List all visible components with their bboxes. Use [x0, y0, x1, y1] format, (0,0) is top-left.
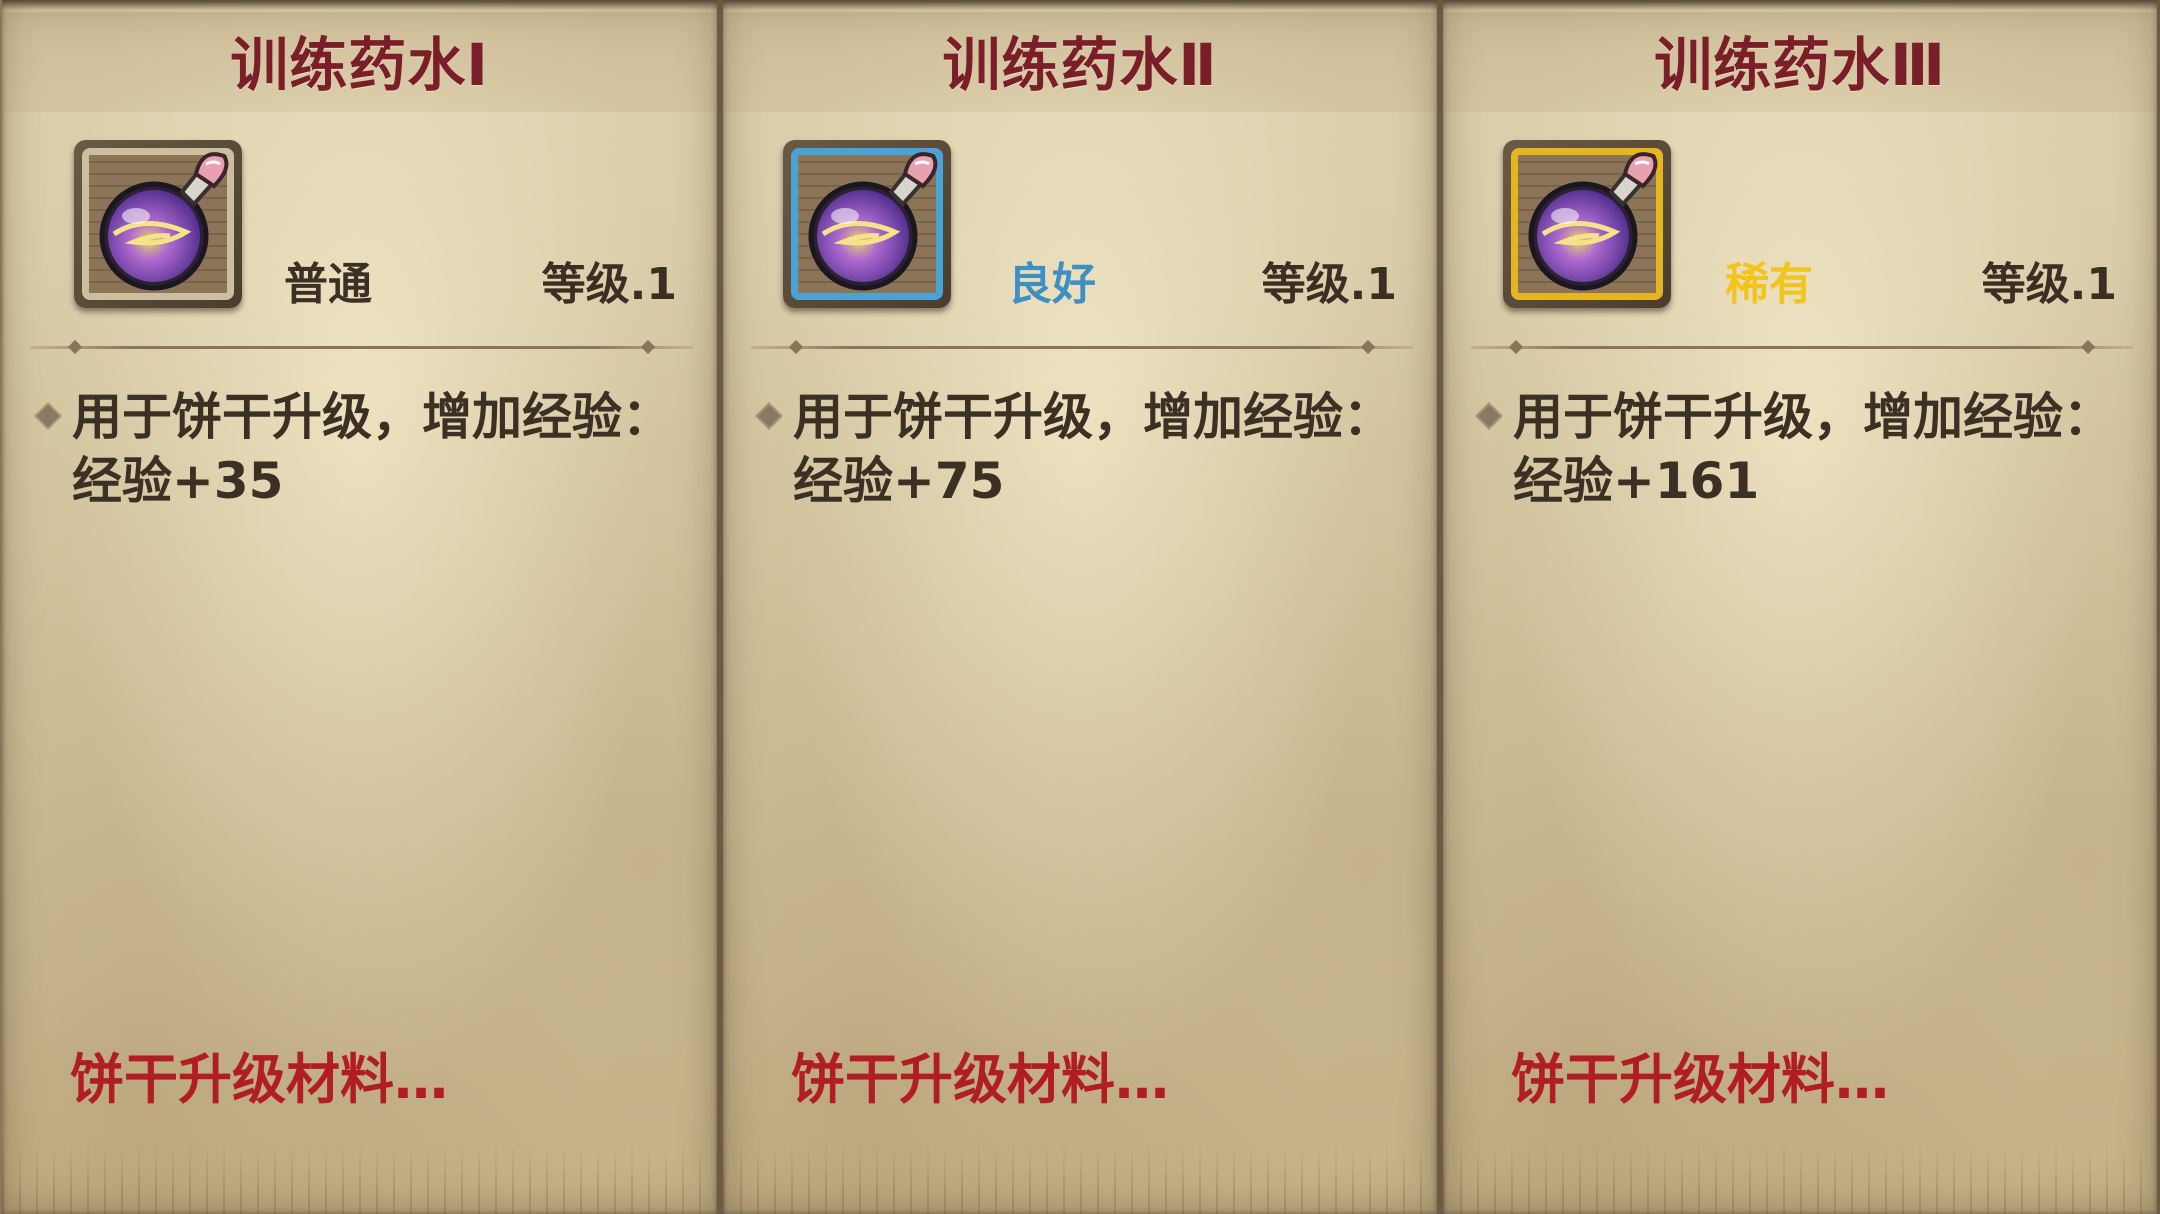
section-divider: [751, 346, 1413, 349]
item-title: 训练药水Ⅰ: [230, 31, 489, 99]
description-line: 用于饼干升级，增加经验：: [1513, 388, 2113, 446]
section-divider: [1471, 346, 2133, 349]
potion-flask-icon: [1528, 152, 1658, 291]
description-line: 用于饼干升级，增加经验：: [72, 388, 672, 446]
potion-flask-icon: [808, 152, 938, 291]
card-top-edge: [723, 0, 1437, 10]
exp-value: 经验+35: [72, 452, 284, 510]
item-card-training-potion-3[interactable]: 训练药水Ⅲ 稀有 等级.1 用于饼干升级，增加经验： 经验+161 饼干升级材料…: [1440, 0, 2160, 1214]
item-title: 训练药水Ⅱ: [942, 31, 1218, 99]
exp-value: 经验+75: [793, 452, 1005, 510]
bullet-diamond-icon: [36, 404, 60, 428]
card-bottom-edge: [723, 1144, 1437, 1214]
card-bottom-edge: [1443, 1144, 2157, 1214]
card-bottom-edge: [2, 1144, 717, 1214]
material-note: 饼干升级材料…: [70, 1048, 448, 1111]
item-card-training-potion-2[interactable]: 训练药水Ⅱ 良好 等级.1 用于饼干升级，增加经验： 经验+75 饼干升级材料…: [720, 0, 1440, 1214]
material-note: 饼干升级材料…: [791, 1048, 1169, 1111]
rarity-label-rare: 稀有: [1725, 259, 1813, 310]
item-title: 训练药水Ⅲ: [1654, 31, 1946, 99]
item-description: 用于饼干升级，增加经验： 经验+35: [72, 385, 692, 513]
level-label: 等级.1: [1981, 259, 2117, 310]
item-card-training-potion-1[interactable]: 训练药水Ⅰ 普通 等级.1 用于饼干升级，增加经验： 经验+35 饼干升级材料…: [0, 0, 720, 1214]
item-icon-box[interactable]: [74, 140, 242, 308]
item-description: 用于饼干升级，增加经验： 经验+161: [1513, 385, 2133, 513]
bullet-diamond-icon: [757, 404, 781, 428]
bullet-diamond-icon: [1477, 404, 1501, 428]
level-label: 等级.1: [541, 259, 677, 310]
item-description: 用于饼干升级，增加经验： 经验+75: [793, 385, 1413, 513]
rarity-label-good: 良好: [1008, 259, 1096, 310]
exp-value: 经验+161: [1513, 452, 1760, 510]
material-note: 饼干升级材料…: [1511, 1048, 1889, 1111]
potion-flask-icon: [99, 152, 229, 291]
item-icon-box[interactable]: [1503, 140, 1671, 308]
section-divider: [30, 346, 693, 349]
card-top-edge: [1443, 0, 2157, 10]
card-top-edge: [2, 0, 717, 10]
item-cards-board: 训练药水Ⅰ 普通 等级.1 用于饼干升级，增加经验： 经验+35 饼干升级材料……: [0, 0, 2160, 1214]
level-label: 等级.1: [1261, 259, 1397, 310]
description-line: 用于饼干升级，增加经验：: [793, 388, 1393, 446]
rarity-label-normal: 普通: [284, 259, 372, 310]
item-icon-box[interactable]: [783, 140, 951, 308]
